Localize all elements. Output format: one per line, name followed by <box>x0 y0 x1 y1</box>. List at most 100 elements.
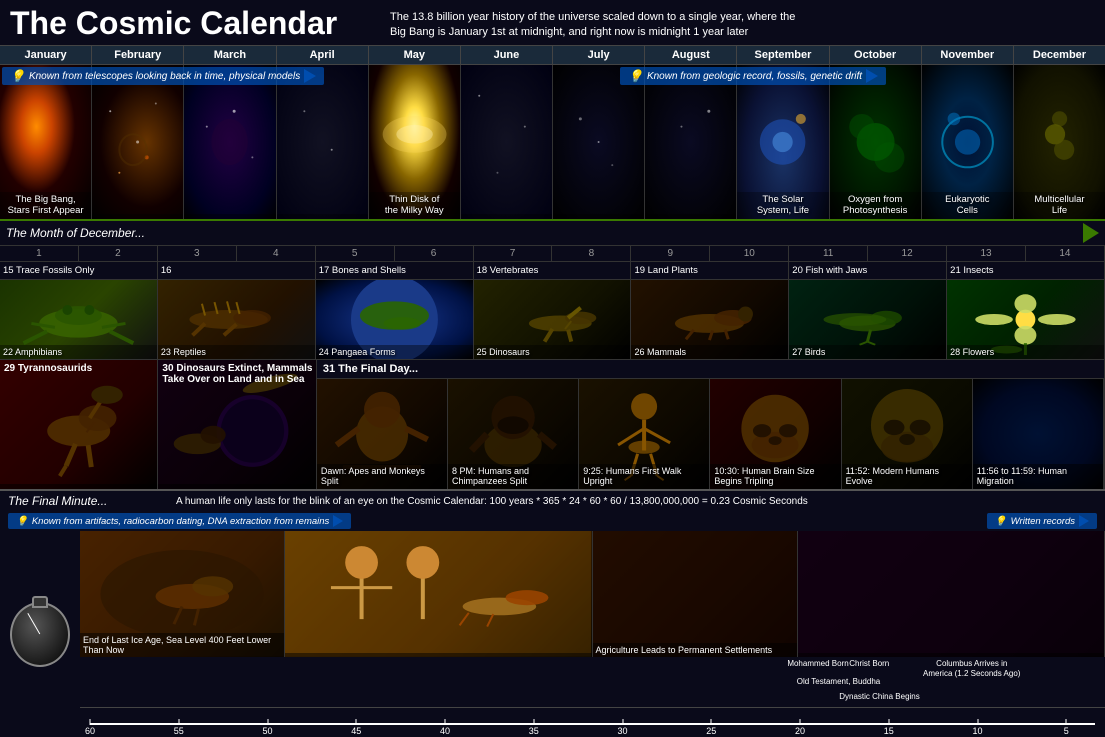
may-label: Thin Disk ofthe Milky Way <box>369 192 460 219</box>
fm-agri-cell: Agriculture Leads to Permanent Settlemen… <box>593 531 798 657</box>
trex-svg <box>0 360 157 489</box>
december-section: The Month of December... 1 2 3 4 5 6 7 8… <box>0 219 1105 489</box>
aug-stars <box>645 65 736 219</box>
tick-15 <box>888 719 889 725</box>
aug-bg <box>645 65 736 219</box>
dino-label: 25 Dinosaurs <box>474 345 631 359</box>
sep-label: The SolarSystem, Life <box>737 192 828 219</box>
month-jul: July <box>553 46 645 64</box>
year-sep-cell: The SolarSystem, Life <box>737 65 829 219</box>
amphibian-label: 22 Amphibians <box>0 345 157 359</box>
month-apr: April <box>277 46 369 64</box>
jun-stars <box>461 65 552 219</box>
fm-subtitle: A human life only lasts for the blink of… <box>176 496 808 507</box>
dec-num-10: 10 <box>710 246 789 261</box>
fm-painting-bg <box>285 531 591 657</box>
dec-num-1: 1 <box>0 246 79 261</box>
tick-45 <box>356 719 357 725</box>
fm-oldtest-label: Old Testament, Buddha <box>797 677 880 687</box>
painting-svg <box>285 531 591 657</box>
page-subtitle: The 13.8 billion year history of the uni… <box>390 6 810 41</box>
dec-dino-cell: 25 Dinosaurs <box>474 280 632 359</box>
final-day-events-container: Dawn: Apes and Monkeys Split <box>317 379 1104 489</box>
agri-svg <box>593 531 797 657</box>
mar-label <box>184 214 275 219</box>
fm-agri-label: Agriculture Leads to Permanent Settlemen… <box>593 643 797 657</box>
dec-event-21: 21 Insects <box>947 262 1105 279</box>
reptile-label: 23 Reptiles <box>158 345 315 359</box>
timeline-line <box>90 723 1095 725</box>
fm-written-banner: 💡 Written records <box>987 513 1097 529</box>
tick-label-40: 40 <box>440 726 450 736</box>
stopwatch-hand <box>27 613 40 635</box>
year-jan-cell: The Big Bang,Stars First Appear <box>0 65 92 219</box>
fm-painting-cell <box>285 531 592 657</box>
apr-label <box>277 214 368 219</box>
aug-label <box>645 214 736 219</box>
dec-label: MulticellularLife <box>1014 192 1105 219</box>
dec-num-13: 13 <box>947 246 1026 261</box>
dino-ext-label-bottom <box>158 484 315 489</box>
tick-label-50: 50 <box>262 726 272 736</box>
month-dec: December <box>1014 46 1105 64</box>
dec-mammal-cell: 26 Mammals <box>631 280 789 359</box>
apes-label: Dawn: Apes and Monkeys Split <box>317 464 447 489</box>
oct-label: Oxygen fromPhotosynthesis <box>830 192 921 219</box>
tick-label-30: 30 <box>617 726 627 736</box>
dec-events-row1: 15 Trace Fossils Only 16 17 Bones and Sh… <box>0 261 1105 279</box>
tick-25 <box>711 719 712 725</box>
tick-60 <box>90 719 91 725</box>
months-row: January February March April May June Ju… <box>0 45 1105 64</box>
dec-event-19: 19 Land Plants <box>631 262 789 279</box>
fm-timeline: 60 55 50 45 40 35 30 25 20 <box>80 707 1105 737</box>
nov-label: EukaryoticCells <box>922 192 1013 219</box>
dec-animals-row: 22 Amphibians <box>0 279 1105 359</box>
month-nov: November <box>922 46 1014 64</box>
brain-label: 10:30: Human Brain Size Begins Tripling <box>710 464 840 489</box>
flower-label: 28 Flowers <box>947 345 1104 359</box>
dec-event-18: 18 Vertebrates <box>474 262 632 279</box>
header: The Cosmic Calendar The 13.8 billion yea… <box>0 0 1105 45</box>
tick-label-15: 15 <box>884 726 894 736</box>
fm-christ-label: Christ Born <box>849 659 889 669</box>
brain-cell: 10:30: Human Brain Size Begins Tripling <box>710 379 841 489</box>
dec-num-6: 6 <box>395 246 474 261</box>
fm-hist-bg <box>798 531 1104 657</box>
year-feb-cell <box>92 65 184 219</box>
fm-content-area: End of Last Ice Age, Sea Level 400 Feet … <box>0 531 1105 737</box>
final-day-row: 29 Tyrannosaurids 30 Dinosaurs <box>0 359 1105 489</box>
fm-china-label: Dynastic China Begins <box>839 692 919 702</box>
year-mar-cell <box>184 65 276 219</box>
bulb-icon-3: 💡 <box>16 516 28 527</box>
chimp-cell: 8 PM: Humans and Chimpanzees Split <box>448 379 579 489</box>
month-feb: February <box>92 46 184 64</box>
year-nov-cell: EukaryoticCells <box>922 65 1014 219</box>
year-jun-cell <box>461 65 553 219</box>
tick-label-5: 5 <box>1064 726 1069 736</box>
jul-label <box>553 214 644 219</box>
tick-10 <box>977 719 978 725</box>
dec-pangaea-cell: 24 Pangaea Forms <box>316 280 474 359</box>
apr-stars <box>277 65 368 219</box>
dec-num-2: 2 <box>79 246 158 261</box>
tick-label-60: 60 <box>85 726 95 736</box>
tick-55 <box>178 719 179 725</box>
bulb-icon-2: 💡 <box>628 69 643 83</box>
chimp-label: 8 PM: Humans and Chimpanzees Split <box>448 464 578 489</box>
jul-stars <box>553 65 644 219</box>
fm-mohammed-label: Mohammed Born <box>787 659 848 669</box>
dec-num-11: 11 <box>789 246 868 261</box>
tick-label-20: 20 <box>795 726 805 736</box>
tick-50 <box>267 719 268 725</box>
upright-cell: 9:25: Humans First Walk Upright <box>579 379 710 489</box>
dec-dino-ext-cell: 30 Dinosaurs Extinct, Mammals Take Over … <box>158 360 316 489</box>
dec-num-4: 4 <box>237 246 316 261</box>
fm-written-label: Written records <box>1011 516 1075 527</box>
tick-20 <box>800 719 801 725</box>
fm-hist-label <box>798 653 1104 657</box>
modern-cell: 11:52: Modern Humans Evolve <box>842 379 973 489</box>
migration-label: 11:56 to 11:59: Human Migration <box>973 464 1103 489</box>
migration-cell: 11:56 to 11:59: Human Migration <box>973 379 1104 489</box>
tick-5 <box>1066 719 1067 725</box>
fm-artifact-banner: 💡 Known from artifacts, radiocarbon dati… <box>8 513 351 529</box>
